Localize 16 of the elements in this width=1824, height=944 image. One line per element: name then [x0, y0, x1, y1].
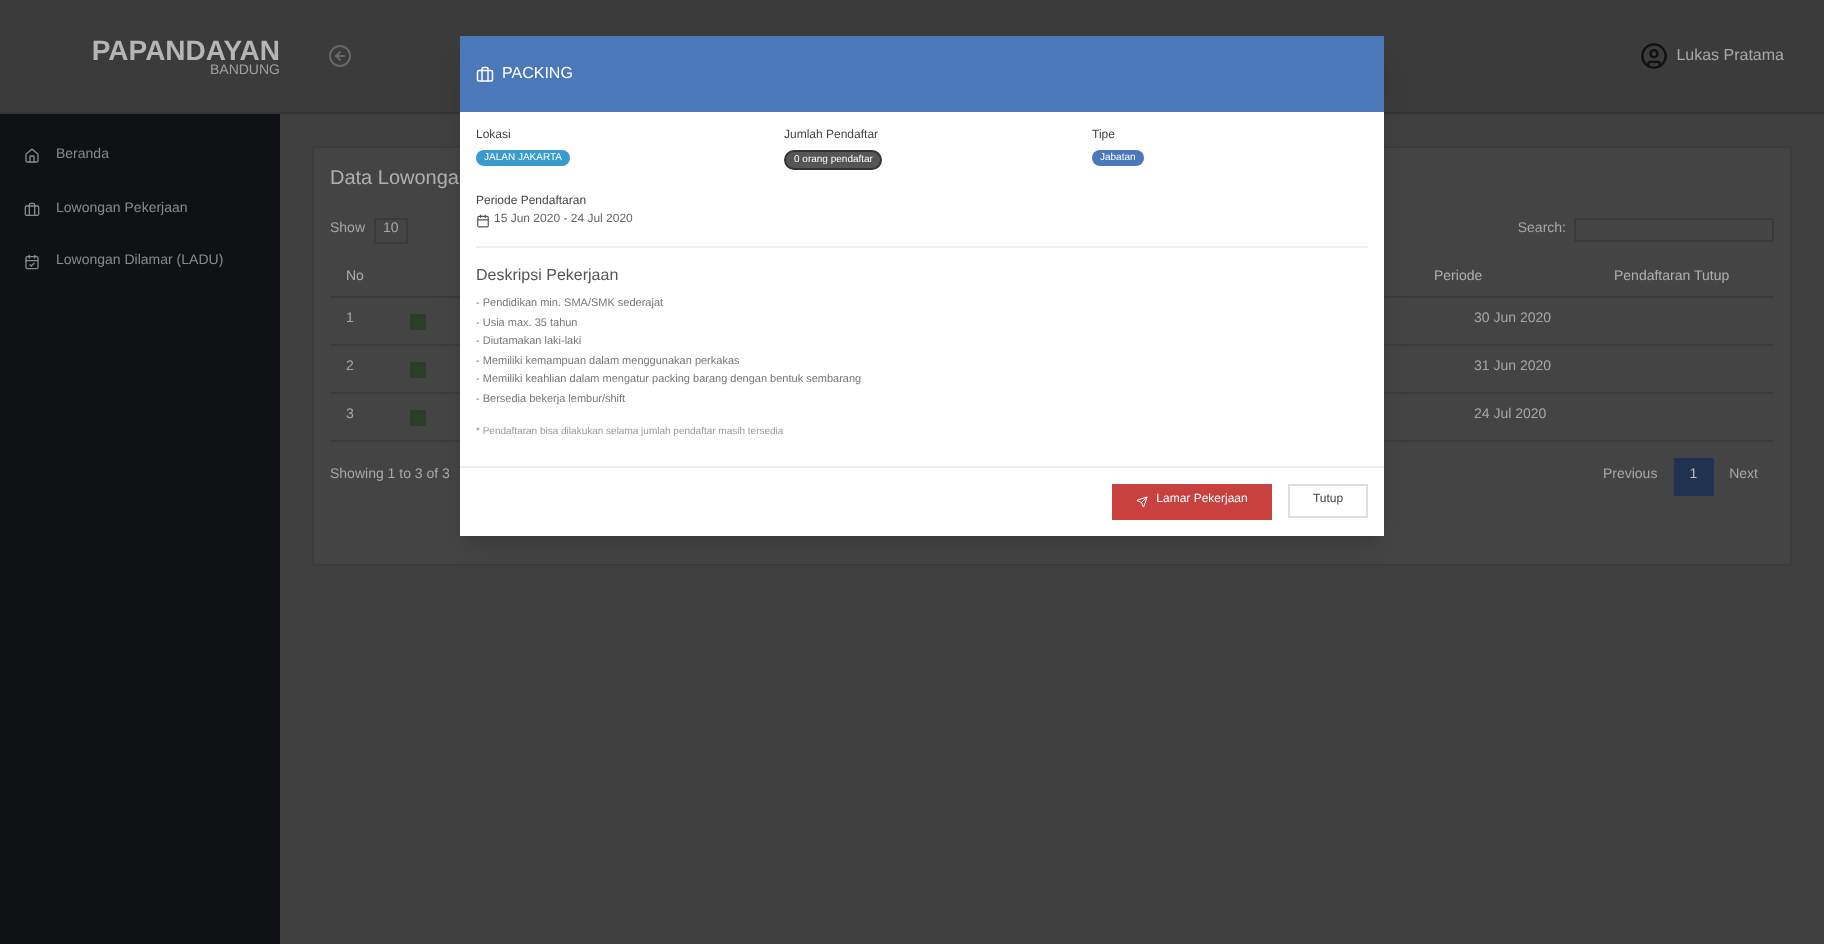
menu-icon [24, 201, 40, 218]
modal-title: PACKING [502, 62, 573, 86]
status-marker [410, 409, 426, 425]
logo-text: PAPANDAYAN [91, 35, 280, 63]
menu-icon [24, 148, 40, 165]
sidebar-toggle-icon[interactable] [328, 44, 352, 68]
send-icon [1136, 495, 1149, 507]
avatar-icon[interactable] [1640, 42, 1669, 70]
user-name[interactable]: Lukas Pratama [1676, 44, 1784, 68]
status-marker [410, 361, 426, 377]
description-title: Deskripsi Pekerjaan [476, 264, 621, 288]
briefcase-icon [476, 65, 494, 83]
calendar-icon [476, 214, 490, 228]
page-title: Data Lowonga [330, 166, 461, 194]
menu-icon [24, 254, 40, 271]
status-marker [410, 313, 426, 329]
